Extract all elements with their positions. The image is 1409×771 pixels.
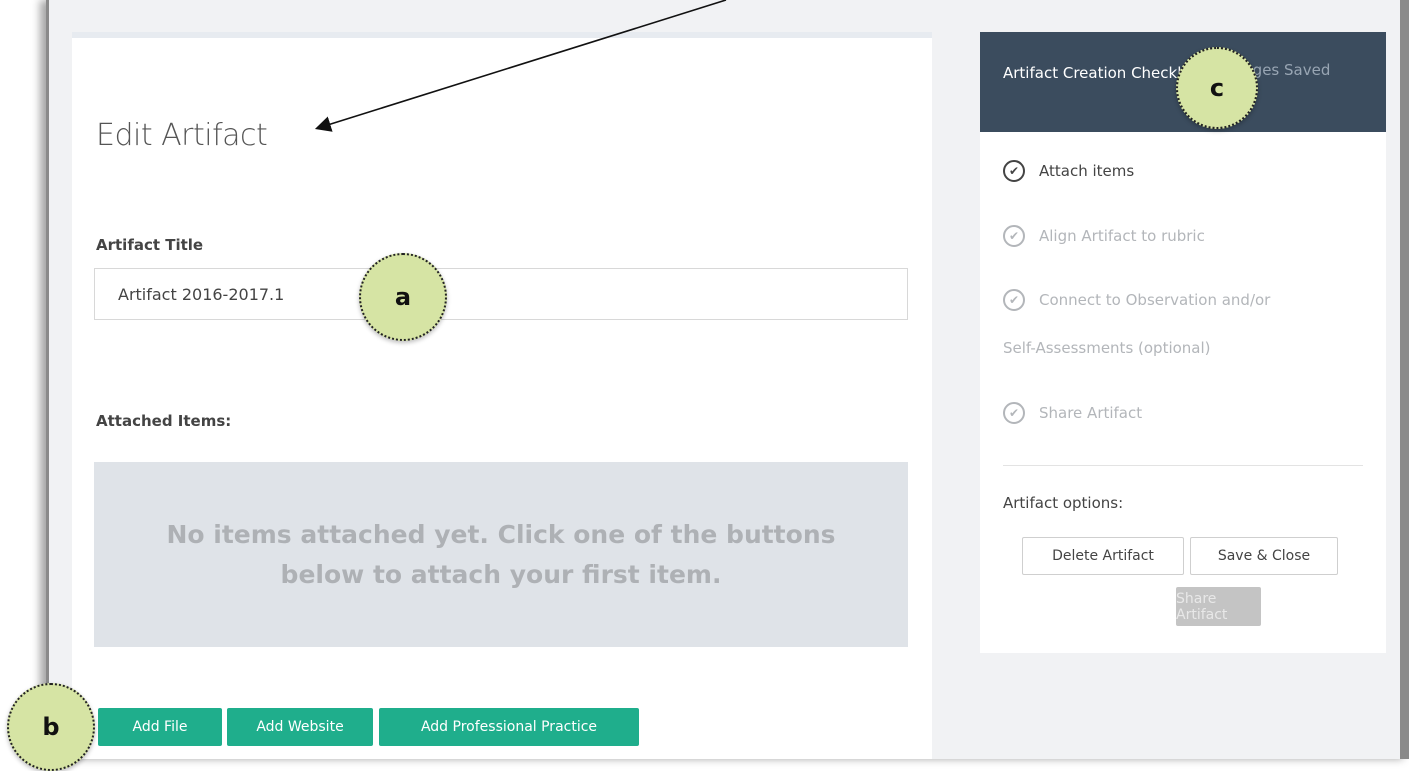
add-file-button[interactable]: Add File: [98, 708, 222, 746]
checklist-item-label: Share Artifact: [1039, 404, 1143, 422]
checklist-item-label: Attach items: [1039, 162, 1135, 180]
checklist-item-self-assessments: Self-Assessments (optional): [1003, 339, 1211, 357]
artifact-title-value: Artifact 2016-2017.1: [118, 284, 285, 304]
artifact-options-label: Artifact options:: [1003, 494, 1124, 512]
delete-artifact-button[interactable]: Delete Artifact: [1022, 537, 1184, 575]
page-title: Edit Artifact: [96, 118, 268, 153]
checklist-item-connect-observation: ✔ Connect to Observation and/or: [1003, 289, 1270, 311]
checklist-item-label: Align Artifact to rubric: [1039, 227, 1205, 245]
checklist-title: Artifact Creation Checklist: [1003, 64, 1200, 82]
check-circle-icon: ✔: [1003, 402, 1025, 424]
callout-a: a: [359, 253, 447, 341]
screenshot-frame-right: [1400, 0, 1409, 759]
save-and-close-button[interactable]: Save & Close: [1190, 537, 1338, 575]
add-website-button[interactable]: Add Website: [227, 708, 373, 746]
callout-b: b: [7, 683, 95, 771]
checklist-item-label: Self-Assessments (optional): [1003, 339, 1211, 357]
checklist-divider: [1003, 465, 1363, 466]
check-circle-icon: ✔: [1003, 225, 1025, 247]
attached-items-empty-state: No items attached yet. Click one of the …: [94, 462, 908, 647]
checklist-item-label: Connect to Observation and/or: [1039, 291, 1271, 309]
check-circle-icon: ✔: [1003, 289, 1025, 311]
share-artifact-button: Share Artifact: [1176, 587, 1261, 626]
checklist-item-share-artifact: ✔ Share Artifact: [1003, 402, 1142, 424]
add-professional-practice-button[interactable]: Add Professional Practice: [379, 708, 639, 746]
attached-items-label: Attached Items:: [96, 412, 232, 430]
artifact-title-input[interactable]: Artifact 2016-2017.1: [94, 268, 908, 320]
callout-c: c: [1176, 47, 1258, 129]
checklist-item-align-rubric: ✔ Align Artifact to rubric: [1003, 225, 1205, 247]
artifact-title-label: Artifact Title: [96, 236, 204, 254]
check-circle-icon: ✔: [1003, 160, 1025, 182]
empty-state-message: No items attached yet. Click one of the …: [166, 519, 836, 589]
checklist-item-attach-items: ✔ Attach items: [1003, 160, 1134, 182]
